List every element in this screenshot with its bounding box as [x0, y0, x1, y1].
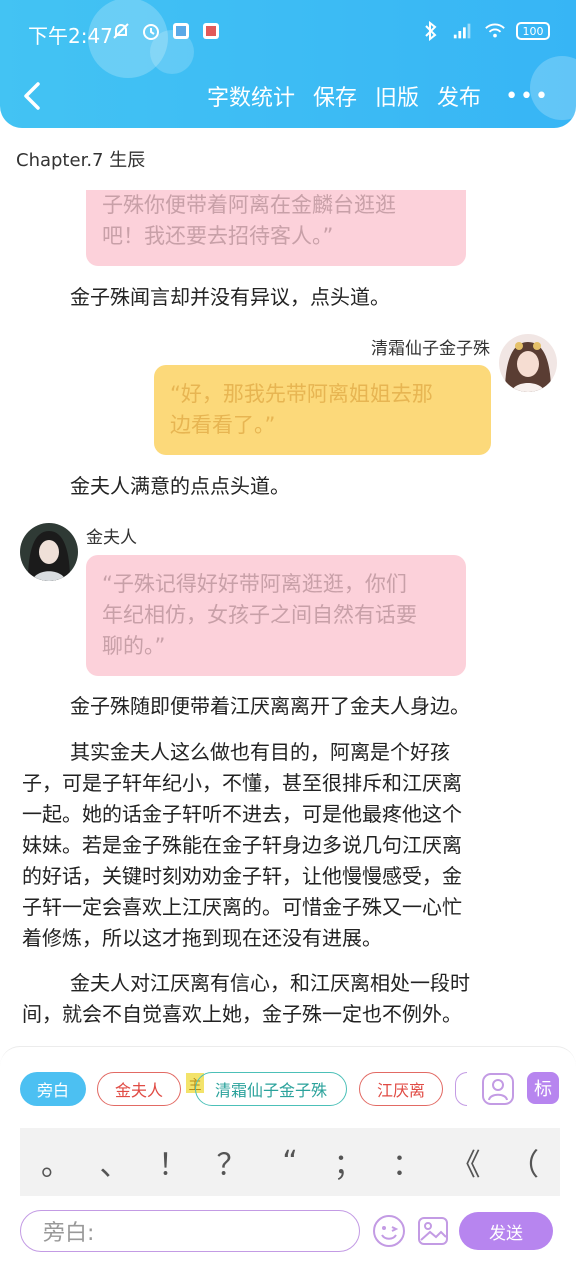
role-chip-qingshuang[interactable]: 清霜仙子金子殊: [195, 1072, 347, 1106]
battery-icon: 100: [516, 22, 550, 40]
old-version-button[interactable]: 旧版: [375, 80, 419, 112]
mark-button[interactable]: 标: [527, 1072, 559, 1104]
narration-paragraph[interactable]: 其实金夫人这么做也有目的，阿离是个好孩 子，可是子轩年纪小，不懂，甚至很排斥和江…: [22, 737, 562, 954]
punct-key[interactable]: 《: [446, 1140, 486, 1184]
punct-key[interactable]: ：: [387, 1140, 427, 1184]
punctuation-bar: 。 、 ！ ？ “ ； ： 《 （: [20, 1128, 560, 1196]
avatar[interactable]: [499, 334, 557, 392]
mute-bell-icon: [110, 20, 132, 42]
wifi-icon: [484, 20, 506, 42]
avatar[interactable]: [20, 523, 78, 581]
top-header: 下午2:47 100 字数统计 保存 旧版 发布 •••: [0, 0, 576, 128]
punct-key[interactable]: 、: [95, 1140, 135, 1184]
paragraph-line: 子，可是子轩年纪小，不懂，甚至很排斥和江厌离: [22, 771, 462, 795]
app-notification-icon: [200, 20, 222, 42]
paragraph-line: 的好话，关键时刻劝劝金子轩，让他慢慢感受，金: [22, 864, 462, 888]
save-button[interactable]: 保存: [313, 80, 357, 112]
narration-text[interactable]: 金夫人满意的点点头道。: [70, 471, 290, 502]
speaker-name: 清霜仙子金子殊: [371, 339, 490, 359]
publish-button[interactable]: 发布: [437, 80, 481, 112]
send-button[interactable]: 发送: [459, 1212, 553, 1250]
more-button[interactable]: •••: [505, 84, 550, 109]
punct-key[interactable]: 。: [36, 1140, 76, 1184]
status-time: 下午2:47: [28, 24, 113, 48]
word-count-button[interactable]: 字数统计: [207, 80, 295, 112]
bubble-text-line: 边看看了。”: [170, 413, 276, 437]
bubble-text-line: “子殊记得好好带阿离逛逛，你们: [102, 572, 407, 596]
paragraph-line: 间，就会不自觉喜欢上她，金子殊一定也不例外。: [22, 1002, 462, 1026]
chat-bubble[interactable]: 子殊你便带着阿离在金麟台逛逛 吧！我还要去招待客人。”: [86, 178, 466, 266]
emoji-icon[interactable]: [371, 1213, 407, 1249]
bubble-text-line: 子殊你便带着阿离在金麟台逛逛: [102, 193, 396, 217]
punct-key[interactable]: ；: [329, 1140, 369, 1184]
bluetooth-icon: [420, 20, 442, 42]
paragraph-line: 妹妹。若是金子殊能在金子轩身边多说几句江厌离: [22, 833, 462, 857]
role-chip-overflow[interactable]: [455, 1072, 467, 1106]
role-chip-jiang-yanli[interactable]: 江厌离: [359, 1072, 443, 1106]
paragraph-line: 其实金夫人这么做也有目的，阿离是个好孩: [70, 740, 450, 764]
paragraph-line: 金夫人对江厌离有信心，和江厌离相处一段时: [70, 971, 470, 995]
punct-key[interactable]: （: [504, 1140, 544, 1184]
narration-paragraph[interactable]: 金夫人对江厌离有信心，和江厌离相处一段时 间，就会不自觉喜欢上她，金子殊一定也不…: [22, 968, 562, 1030]
role-chip-narrator[interactable]: 旁白: [20, 1072, 86, 1106]
chapter-title[interactable]: Chapter.7 生辰: [16, 146, 145, 172]
narration-text[interactable]: 金子殊随即便带着江厌离离开了金夫人身边。: [70, 691, 470, 722]
alarm-icon: [140, 20, 162, 42]
status-icons-left: [110, 20, 222, 42]
paragraph-line: 子轩一定会喜欢上江厌离的。可惜金子殊又一心忙: [22, 895, 462, 919]
bubble-text-line: 年纪相仿，女孩子之间自然有话要: [102, 603, 417, 627]
speaker-name: 金夫人: [86, 528, 137, 548]
punct-key[interactable]: ！: [153, 1140, 193, 1184]
bubble-text-line: 聊的。”: [102, 634, 166, 658]
toolbar-actions: 字数统计 保存 旧版 发布 •••: [207, 80, 550, 112]
punct-key[interactable]: “: [270, 1145, 310, 1180]
back-button[interactable]: [18, 78, 48, 114]
add-role-icon[interactable]: [481, 1072, 515, 1106]
bubble-text-line: 吧！我还要去招待客人。”: [102, 224, 334, 248]
signal-icon: [452, 20, 474, 42]
narration-text[interactable]: 金子殊闻言却并没有异议，点头道。: [70, 282, 390, 313]
bubble-text-line: “好，那我先带阿离姐姐去那: [170, 382, 433, 406]
paragraph-line: 着修炼，所以这才拖到现在还没有进展。: [22, 926, 382, 950]
message-input[interactable]: 旁白:: [20, 1210, 360, 1252]
paragraph-line: 一起。她的话金子轩听不进去，可是他最疼他这个: [22, 802, 462, 826]
status-icons-right: 100: [420, 20, 550, 42]
chat-bubble[interactable]: “子殊记得好好带阿离逛逛，你们 年纪相仿，女孩子之间自然有话要 聊的。”: [86, 555, 466, 676]
image-icon[interactable]: [415, 1213, 451, 1249]
role-chip-jin-furen[interactable]: 金夫人: [97, 1072, 181, 1106]
punct-key[interactable]: ？: [212, 1140, 252, 1184]
app-notification-icon: [170, 20, 192, 42]
chat-bubble[interactable]: “好，那我先带阿离姐姐去那 边看看了。”: [154, 365, 491, 455]
